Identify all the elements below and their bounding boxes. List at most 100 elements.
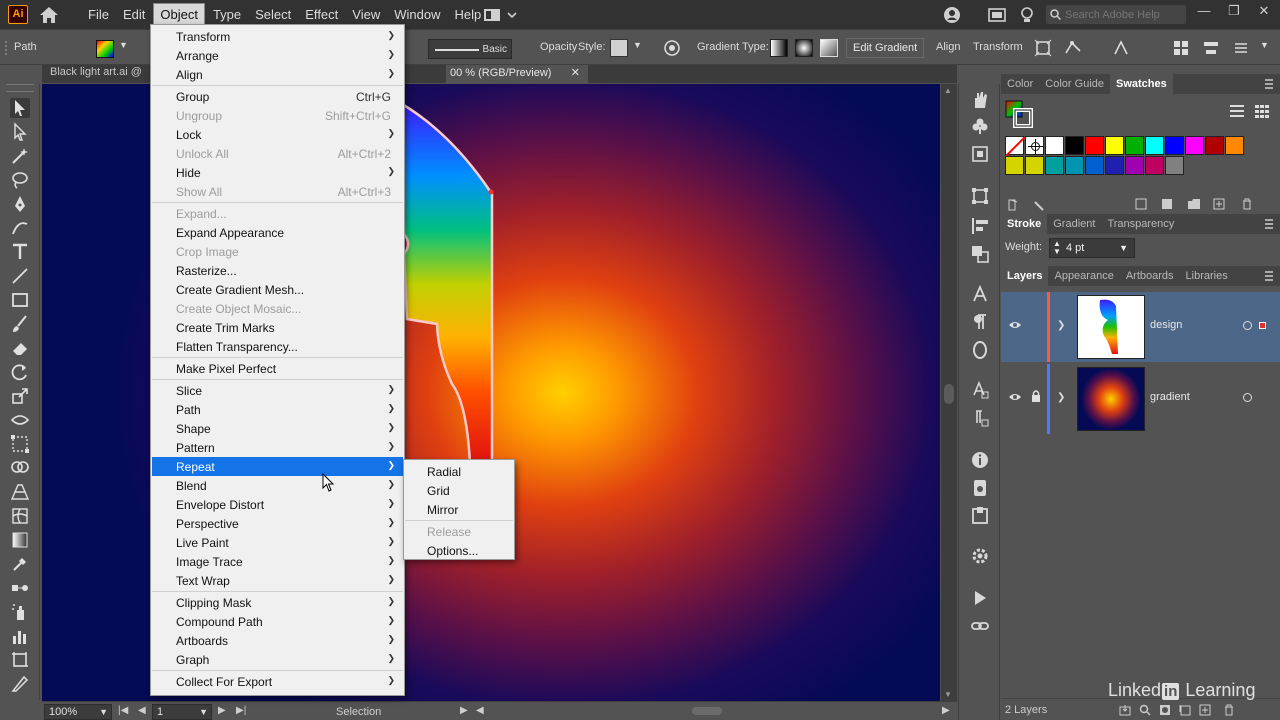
free-transform-tool-icon[interactable]: [10, 434, 30, 454]
selection-indicator[interactable]: [1259, 322, 1266, 329]
workspace-switcher-icon[interactable]: [483, 6, 519, 24]
color-swatch[interactable]: [1165, 136, 1184, 155]
new-layer-icon[interactable]: [1199, 704, 1211, 716]
menu-item-shape[interactable]: Shape ❯: [152, 419, 403, 438]
discover-bulb-icon[interactable]: [1018, 6, 1036, 24]
tab-artboards[interactable]: Artboards: [1120, 266, 1180, 286]
repeat-mirror[interactable]: Mirror: [405, 500, 513, 519]
stroke-weight-field[interactable]: ▲ ▼ 4 pt ▼: [1049, 238, 1135, 258]
restore-icon[interactable]: ❐: [1226, 3, 1242, 19]
paragraph-styles-icon[interactable]: [970, 408, 990, 428]
tab-stroke[interactable]: Stroke: [1001, 214, 1048, 234]
type-tool-icon[interactable]: [10, 242, 30, 262]
menu-item-rasterize[interactable]: Rasterize...: [152, 261, 403, 280]
menu-item-expand-appearance[interactable]: Expand Appearance: [152, 223, 403, 242]
perspective-grid-tool-icon[interactable]: [10, 482, 30, 502]
scale-tool-icon[interactable]: [10, 386, 30, 406]
color-swatch[interactable]: [1085, 136, 1104, 155]
locate-object-icon[interactable]: [1139, 704, 1151, 716]
tab-document-2[interactable]: 00 % (RGB/Preview) ✕: [446, 65, 588, 83]
menu-item-text-wrap[interactable]: Text Wrap ❯: [152, 571, 403, 590]
lasso-tool-icon[interactable]: [10, 170, 30, 190]
tab-libraries[interactable]: Libraries: [1180, 266, 1234, 286]
menu-item-hide[interactable]: Hide ❯: [152, 163, 403, 182]
help-search[interactable]: [1046, 5, 1186, 24]
menu-item-compound-path[interactable]: Compound Path ❯: [152, 612, 403, 631]
color-swatch[interactable]: [1045, 136, 1064, 155]
menu-item-image-trace[interactable]: Image Trace ❯: [152, 552, 403, 571]
list-view-icon[interactable]: [1229, 104, 1245, 118]
previous-artboard-icon[interactable]: ◀: [138, 705, 146, 716]
width-tool-icon[interactable]: [10, 410, 30, 430]
color-swatch[interactable]: [1105, 156, 1124, 175]
magic-wand-tool-icon[interactable]: [10, 146, 30, 166]
color-swatch[interactable]: [1185, 136, 1204, 155]
rotate-tool-icon[interactable]: [10, 362, 30, 382]
hand-puppet-icon[interactable]: [970, 90, 990, 110]
document-info-icon[interactable]: [970, 478, 990, 498]
registration-swatch[interactable]: [1025, 136, 1044, 155]
color-swatch[interactable]: [1105, 136, 1124, 155]
search-input[interactable]: [1065, 8, 1180, 21]
menu-edit[interactable]: Edit: [117, 4, 151, 25]
new-sublayer-icon[interactable]: [1179, 704, 1191, 716]
next-artboard-icon[interactable]: ▶: [218, 705, 226, 716]
expand-layer-icon[interactable]: ❯: [1057, 320, 1065, 331]
layer-row-design[interactable]: ❯ design: [1001, 292, 1280, 362]
fill-stroke-indicator[interactable]: [1005, 100, 1033, 128]
tab-appearance[interactable]: Appearance: [1048, 266, 1119, 286]
arrange-documents-icon[interactable]: [1172, 39, 1190, 57]
menu-item-artboards[interactable]: Artboards ❯: [152, 631, 403, 650]
character-panel-icon[interactable]: [970, 284, 990, 304]
visibility-eye-icon[interactable]: [1008, 392, 1022, 402]
character-styles-icon[interactable]: [970, 380, 990, 400]
weight-chevron-icon[interactable]: ▼: [1119, 243, 1128, 253]
menu-select[interactable]: Select: [249, 4, 297, 25]
color-swatch[interactable]: [1205, 136, 1224, 155]
color-swatch[interactable]: [1145, 136, 1164, 155]
tab-color[interactable]: Color: [1001, 74, 1039, 94]
menu-item-path[interactable]: Path ❯: [152, 400, 403, 419]
scroll-left-icon[interactable]: ◀: [476, 705, 484, 716]
color-swatch[interactable]: [1125, 136, 1144, 155]
paintbrush-tool-icon[interactable]: [10, 314, 30, 334]
more-chevron-icon[interactable]: ▼: [1260, 40, 1269, 50]
scroll-thumb[interactable]: [944, 384, 954, 404]
first-artboard-icon[interactable]: |◀: [118, 705, 128, 716]
links-icon[interactable]: [970, 506, 990, 526]
visibility-eye-icon[interactable]: [1008, 320, 1022, 330]
minimize-icon[interactable]: —: [1196, 3, 1212, 19]
artboard-number-select[interactable]: 1 ▼: [152, 704, 212, 720]
menu-view[interactable]: View: [346, 4, 386, 25]
line-tool-icon[interactable]: [10, 266, 30, 286]
collect-for-export-icon[interactable]: [1119, 704, 1131, 716]
linear-gradient-icon[interactable]: [770, 39, 788, 57]
menu-file[interactable]: File: [82, 4, 115, 25]
distribute-icon[interactable]: [1202, 39, 1220, 57]
tab-color-guide[interactable]: Color Guide: [1039, 74, 1110, 94]
menu-effect[interactable]: Effect: [299, 4, 344, 25]
style-dropdown-chevron-icon[interactable]: ▼: [633, 40, 642, 50]
rectangle-tool-icon[interactable]: [10, 290, 30, 310]
menu-item-create-gradient-mesh[interactable]: Create Gradient Mesh...: [152, 280, 403, 299]
menu-item-envelope-distort[interactable]: Envelope Distort ❯: [152, 495, 403, 514]
stroke-style-picker[interactable]: Basic: [428, 39, 512, 59]
menu-item-lock[interactable]: Lock ❯: [152, 125, 403, 144]
target-appearance-icon[interactable]: [1243, 321, 1252, 330]
menu-item-transform[interactable]: Transform ❯: [152, 27, 403, 46]
mirror-repeat-icon[interactable]: [1112, 39, 1130, 57]
artboard-tool-icon[interactable]: [10, 650, 30, 670]
puppet-warp-icon[interactable]: [1064, 39, 1082, 57]
color-swatch[interactable]: [1165, 156, 1184, 175]
align-panel-icon[interactable]: [970, 216, 990, 236]
opentype-panel-icon[interactable]: [970, 340, 990, 360]
color-swatch[interactable]: [1045, 156, 1064, 175]
tab-swatches[interactable]: Swatches: [1110, 74, 1173, 94]
menu-item-repeat[interactable]: Repeat ❯: [152, 457, 403, 476]
menu-window[interactable]: Window: [388, 4, 446, 25]
menu-item-group[interactable]: Group Ctrl+G: [152, 87, 403, 106]
menu-item-graph[interactable]: Graph ❯: [152, 650, 403, 669]
fill-color-swatch[interactable]: [96, 40, 114, 58]
pen-tool-icon[interactable]: [10, 194, 30, 214]
screen-mode-icon[interactable]: [988, 6, 1006, 24]
